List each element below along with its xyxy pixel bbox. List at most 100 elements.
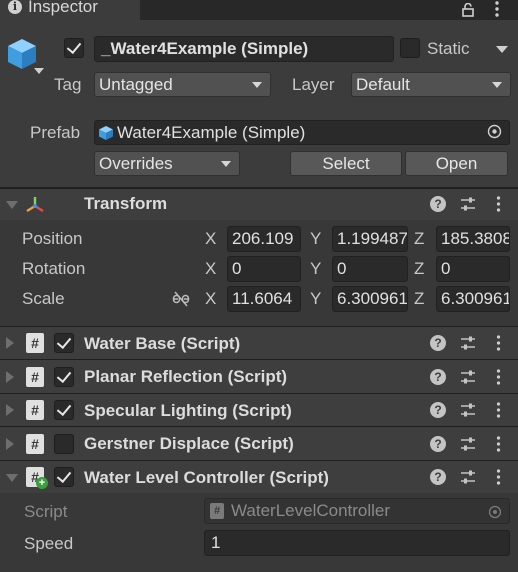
tag-value: Untagged bbox=[99, 75, 173, 94]
scale-x-field[interactable]: 11.6064 bbox=[227, 286, 301, 312]
tag-dropdown[interactable]: Untagged bbox=[94, 72, 271, 97]
component-header-specular-lighting[interactable]: # Specular Lighting (Script) ? bbox=[0, 393, 518, 426]
presets-icon[interactable] bbox=[460, 335, 476, 351]
layer-dropdown[interactable]: Default bbox=[351, 72, 511, 97]
script-file-icon: # bbox=[210, 503, 224, 519]
component-title: Water Level Controller (Script) bbox=[84, 468, 329, 487]
kebab-menu-icon[interactable] bbox=[496, 195, 501, 213]
prefab-asset-value: Water4Example (Simple) bbox=[117, 123, 306, 142]
script-value: WaterLevelController bbox=[231, 501, 391, 520]
presets-icon[interactable] bbox=[460, 196, 476, 212]
component-title: Planar Reflection (Script) bbox=[84, 367, 288, 386]
layer-value: Default bbox=[356, 75, 410, 94]
overrides-dropdown[interactable]: Overrides bbox=[94, 151, 240, 176]
component-enabled-checkbox[interactable] bbox=[54, 367, 74, 387]
tab-bar: i Inspector bbox=[0, 0, 518, 20]
script-icon: # bbox=[26, 367, 44, 387]
position-z-field[interactable]: 185.3808 bbox=[436, 226, 510, 252]
foldout-collapsed-icon[interactable] bbox=[6, 371, 14, 383]
rotation-y-label[interactable]: Y bbox=[310, 259, 321, 279]
script-icon: # bbox=[26, 333, 44, 353]
script-field: WaterLevelController bbox=[204, 498, 510, 524]
presets-icon[interactable] bbox=[460, 469, 476, 485]
component-title: Gerstner Displace (Script) bbox=[84, 434, 294, 453]
water-level-controller-body: Script WaterLevelController # Speed 1 bbox=[0, 493, 518, 572]
help-icon[interactable]: ? bbox=[430, 402, 446, 418]
kebab-menu-icon[interactable] bbox=[494, 0, 500, 18]
kebab-menu-icon[interactable] bbox=[496, 468, 501, 486]
component-header-planar-reflection[interactable]: # Planar Reflection (Script) ? bbox=[0, 359, 518, 393]
position-label: Position bbox=[22, 229, 83, 248]
object-picker-icon bbox=[488, 504, 502, 519]
rotation-x-field[interactable]: 0 bbox=[227, 256, 301, 282]
foldout-expanded-icon[interactable] bbox=[6, 474, 18, 482]
component-header-gerstner-displace[interactable]: # Gerstner Displace (Script) ? bbox=[0, 426, 518, 460]
script-added-icon: # + bbox=[26, 467, 50, 491]
rotation-z-label[interactable]: Z bbox=[414, 259, 424, 279]
rotation-z-field[interactable]: 0 bbox=[436, 256, 510, 282]
chevron-down-icon bbox=[221, 161, 231, 167]
object-picker-icon[interactable] bbox=[487, 124, 502, 139]
script-label: Script bbox=[24, 502, 68, 521]
script-icon: # bbox=[26, 434, 44, 454]
presets-icon[interactable] bbox=[460, 369, 476, 385]
static-label: Static bbox=[427, 39, 470, 58]
gameobject-cube-icon[interactable] bbox=[4, 36, 40, 72]
icon-dropdown-arrow-icon[interactable] bbox=[34, 68, 44, 74]
component-header-water-base[interactable]: # Water Base (Script) ? bbox=[0, 326, 518, 359]
script-icon: # bbox=[26, 400, 44, 420]
chevron-down-icon bbox=[252, 82, 262, 88]
rotation-label: Rotation bbox=[22, 259, 86, 278]
lock-icon[interactable] bbox=[462, 2, 474, 17]
constrain-proportions-icon[interactable] bbox=[172, 291, 190, 307]
position-x-label[interactable]: X bbox=[205, 229, 216, 249]
position-x-field[interactable]: 206.109 bbox=[227, 226, 301, 252]
component-enabled-checkbox[interactable] bbox=[54, 400, 74, 420]
overrides-label: Overrides bbox=[99, 154, 173, 173]
help-icon[interactable]: ? bbox=[430, 335, 446, 351]
prefab-label: Prefab bbox=[30, 123, 81, 142]
object-name-field[interactable]: _Water4Example (Simple) bbox=[94, 36, 394, 62]
tab-inspector[interactable]: i Inspector bbox=[0, 0, 140, 20]
transform-header[interactable]: Transform ? bbox=[0, 188, 518, 220]
position-z-label[interactable]: Z bbox=[414, 229, 424, 249]
kebab-menu-icon[interactable] bbox=[496, 368, 501, 386]
kebab-menu-icon[interactable] bbox=[496, 334, 501, 352]
help-icon[interactable]: ? bbox=[430, 469, 446, 485]
rotation-y-field[interactable]: 0 bbox=[332, 256, 408, 282]
help-icon[interactable]: ? bbox=[430, 369, 446, 385]
scale-z-label[interactable]: Z bbox=[414, 289, 424, 309]
foldout-collapsed-icon[interactable] bbox=[6, 438, 14, 450]
speed-field[interactable]: 1 bbox=[204, 530, 510, 556]
static-dropdown-arrow-icon[interactable] bbox=[496, 46, 508, 53]
chevron-down-icon bbox=[492, 82, 502, 88]
transform-icon bbox=[24, 194, 46, 216]
tab-inspector-label: Inspector bbox=[28, 0, 98, 16]
help-icon[interactable]: ? bbox=[430, 196, 446, 212]
select-button[interactable]: Select bbox=[290, 151, 402, 176]
position-y-label[interactable]: Y bbox=[310, 229, 321, 249]
prefab-asset-field[interactable]: Water4Example (Simple) bbox=[94, 120, 510, 145]
presets-icon[interactable] bbox=[460, 436, 476, 452]
kebab-menu-icon[interactable] bbox=[496, 401, 501, 419]
component-enabled-checkbox[interactable] bbox=[54, 467, 74, 487]
presets-icon[interactable] bbox=[460, 402, 476, 418]
active-checkbox[interactable] bbox=[64, 38, 84, 58]
help-icon[interactable]: ? bbox=[430, 436, 446, 452]
component-header-water-level-controller[interactable]: # + Water Level Controller (Script) ? bbox=[0, 460, 518, 493]
kebab-menu-icon[interactable] bbox=[496, 435, 501, 453]
scale-z-field[interactable]: 6.300961 bbox=[436, 286, 510, 312]
foldout-expanded-icon[interactable] bbox=[6, 201, 18, 209]
scale-y-field[interactable]: 6.300961 bbox=[332, 286, 408, 312]
scale-y-label[interactable]: Y bbox=[310, 289, 321, 309]
rotation-x-label[interactable]: X bbox=[205, 259, 216, 279]
open-button[interactable]: Open bbox=[405, 151, 508, 176]
component-enabled-checkbox[interactable] bbox=[54, 333, 74, 353]
scale-x-label[interactable]: X bbox=[205, 289, 216, 309]
static-checkbox[interactable] bbox=[400, 38, 420, 58]
position-y-field[interactable]: 1.199487 bbox=[332, 226, 408, 252]
foldout-collapsed-icon[interactable] bbox=[6, 404, 14, 416]
component-enabled-checkbox[interactable] bbox=[54, 434, 74, 454]
foldout-collapsed-icon[interactable] bbox=[6, 337, 14, 349]
info-icon: i bbox=[8, 0, 22, 14]
